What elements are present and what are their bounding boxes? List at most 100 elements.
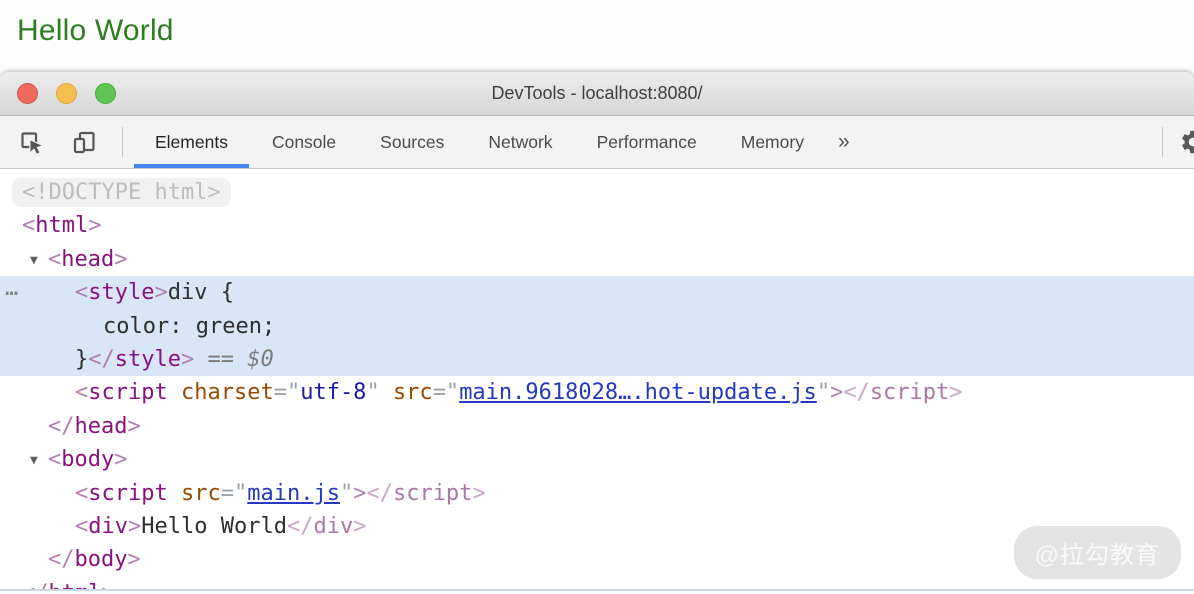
code-segment: <!DOCTYPE html>: [22, 180, 221, 205]
more-tabs-button[interactable]: »: [826, 116, 862, 168]
code-segment: >: [127, 414, 140, 439]
code-segment: <: [75, 380, 88, 405]
code-segment: <: [48, 447, 61, 472]
toolbar-right: [1162, 116, 1194, 168]
dom-node-line[interactable]: <div>Hello World</div>: [0, 510, 1194, 543]
dom-tree: <!DOCTYPE html><html>▼<head>…<style>div …: [0, 169, 1194, 594]
dom-node-line[interactable]: <script src="main.js"></script>: [0, 477, 1194, 510]
code-segment: script: [870, 380, 949, 405]
dom-node-line[interactable]: color: green;: [0, 310, 1194, 343]
code-segment: >: [154, 280, 167, 305]
code-segment: div: [88, 514, 128, 539]
code-segment: <: [75, 280, 88, 305]
toolbar-divider: [122, 127, 123, 157]
tab-performance[interactable]: Performance: [575, 116, 719, 168]
inspect-element-icon[interactable]: [18, 129, 45, 156]
devtools-window: DevTools - localhost:8080/ Elements Cons…: [0, 72, 1194, 594]
code-segment: >: [114, 247, 127, 272]
code-segment: >: [88, 213, 101, 238]
code-segment: head: [75, 414, 128, 439]
code-segment: body: [61, 447, 114, 472]
hover-highlight: <!DOCTYPE html>: [12, 178, 231, 207]
close-button[interactable]: [17, 83, 38, 104]
dom-node-line[interactable]: ▼ <head>: [0, 243, 1194, 276]
code-segment: <: [75, 481, 88, 506]
code-segment: style: [88, 280, 154, 305]
toolbar-divider: [1162, 127, 1163, 157]
code-segment: src: [393, 380, 433, 405]
code-segment: <: [22, 213, 35, 238]
code-segment: </: [88, 347, 115, 372]
code-segment: [168, 380, 181, 405]
code-segment: >: [472, 481, 485, 506]
code-segment: </: [48, 547, 75, 572]
devtools-toolbar: Elements Console Sources Network Perform…: [0, 116, 1194, 169]
dom-node-line[interactable]: <script charset="utf-8" src="main.961802…: [0, 376, 1194, 409]
device-toolbar-icon[interactable]: [71, 129, 98, 156]
code-segment: [168, 481, 181, 506]
dom-node-line[interactable]: ▼<body>: [0, 443, 1194, 476]
code-segment: utf-8: [300, 380, 366, 405]
panel-tabs: Elements Console Sources Network Perform…: [133, 116, 862, 168]
code-segment: >: [353, 481, 366, 506]
code-segment: head: [61, 247, 114, 272]
dom-node-line[interactable]: …<style>div {: [0, 276, 1194, 309]
toolbar-left-icons: [0, 116, 98, 168]
code-segment: div {: [168, 280, 234, 305]
code-segment: >: [353, 514, 366, 539]
resource-link[interactable]: main.9618028….hot-update.js: [459, 380, 817, 405]
window-titlebar[interactable]: DevTools - localhost:8080/: [0, 72, 1194, 116]
tab-memory[interactable]: Memory: [719, 116, 826, 168]
code-segment: <: [75, 514, 88, 539]
tab-elements[interactable]: Elements: [133, 116, 250, 168]
code-segment: >: [127, 547, 140, 572]
code-segment: body: [75, 547, 128, 572]
dom-node-line[interactable]: }</style> == $0: [0, 343, 1194, 376]
code-segment: >: [830, 380, 843, 405]
gear-icon[interactable]: [1179, 128, 1194, 156]
code-segment: script: [88, 481, 167, 506]
code-segment: $0: [247, 347, 274, 372]
resource-link[interactable]: main.js: [247, 481, 340, 506]
tab-network[interactable]: Network: [466, 116, 574, 168]
code-segment: html: [35, 213, 88, 238]
code-segment: =": [274, 380, 301, 405]
code-segment: color: green;: [103, 314, 275, 339]
code-segment: style: [115, 347, 181, 372]
code-segment: =": [433, 380, 460, 405]
minimize-button[interactable]: [56, 83, 77, 104]
expand-arrow-icon[interactable]: ▼: [30, 444, 38, 477]
code-segment: ==: [194, 347, 247, 372]
code-segment: script: [393, 481, 472, 506]
code-segment: div: [313, 514, 353, 539]
window-title: DevTools - localhost:8080/: [491, 83, 702, 104]
tab-console[interactable]: Console: [250, 116, 358, 168]
code-segment: }: [75, 347, 88, 372]
code-segment: >: [949, 380, 962, 405]
code-segment: charset: [181, 380, 274, 405]
watermark-badge: @拉勾教育: [1014, 526, 1181, 579]
code-segment: </: [287, 514, 314, 539]
code-segment: =": [221, 481, 248, 506]
dom-node-line[interactable]: <!DOCTYPE html>: [0, 176, 1194, 209]
code-segment: <: [48, 247, 61, 272]
code-segment: >: [128, 514, 141, 539]
code-segment: </: [48, 414, 75, 439]
code-segment: >: [181, 347, 194, 372]
expand-arrow-icon[interactable]: ▼: [30, 244, 38, 277]
code-segment: ": [817, 380, 830, 405]
code-segment: [380, 380, 393, 405]
traffic-lights: [17, 72, 116, 115]
zoom-button[interactable]: [95, 83, 116, 104]
code-segment: </: [843, 380, 870, 405]
code-segment: src: [181, 481, 221, 506]
code-segment: script: [88, 380, 167, 405]
dom-node-line[interactable]: </head>: [0, 410, 1194, 443]
dom-node-line[interactable]: <html>: [0, 209, 1194, 242]
code-segment: ": [366, 380, 379, 405]
panel-splitter[interactable]: [0, 589, 1194, 594]
code-segment: Hello World: [141, 514, 287, 539]
tab-sources[interactable]: Sources: [358, 116, 466, 168]
code-segment: </: [366, 481, 393, 506]
code-segment: ": [340, 481, 353, 506]
